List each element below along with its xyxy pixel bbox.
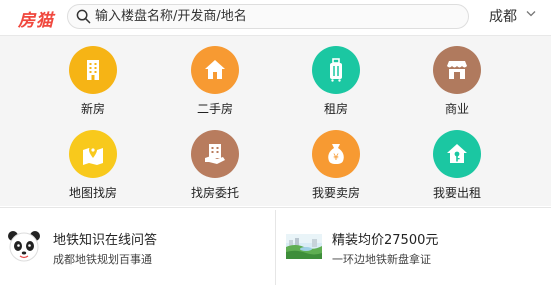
search-bar[interactable]: [67, 4, 469, 29]
category-label: 商业: [444, 102, 469, 116]
category-label: 租房: [323, 102, 348, 116]
app-logo[interactable]: 房猫: [18, 6, 54, 31]
shop-icon: [433, 46, 481, 94]
category-label: 我要出租: [432, 186, 481, 200]
category-label: 我要卖房: [311, 186, 360, 200]
category-commercial[interactable]: 商业: [402, 36, 512, 120]
category-label: 二手房: [196, 102, 233, 116]
chevron-down-icon[interactable]: [526, 10, 536, 18]
category-entrust[interactable]: 找房委托: [160, 120, 270, 204]
category-grid: 新房 二手房 租房 商业 地图找房 找房委托 ¥ 我要卖房 我要出租: [0, 36, 551, 206]
category-sell[interactable]: ¥ 我要卖房: [281, 120, 391, 204]
category-map-search[interactable]: 地图找房: [38, 120, 148, 204]
category-rent-out[interactable]: 我要出租: [402, 120, 512, 204]
category-new-house[interactable]: 新房: [38, 36, 148, 120]
luggage-icon: [312, 46, 360, 94]
category-rent[interactable]: 租房: [281, 36, 391, 120]
house-icon: [191, 46, 239, 94]
card-title: 地铁知识在线问答: [53, 233, 158, 248]
card-subtitle: 成都地铁规划百事通: [53, 253, 152, 266]
category-label: 地图找房: [68, 186, 117, 200]
category-label: 找房委托: [190, 186, 239, 200]
top-bar: 房猫 成都: [0, 0, 551, 36]
search-icon: [76, 9, 91, 24]
promo-card-new-development[interactable]: 精装均价27500元 一环边地铁新盘拿证: [276, 208, 551, 287]
money-bag-icon: ¥: [312, 130, 360, 178]
panda-icon: [8, 231, 40, 262]
landscape-thumbnail-icon: [286, 234, 322, 259]
map-pin-icon: [69, 130, 117, 178]
house-key-icon: [433, 130, 481, 178]
handshake-building-icon: [191, 130, 239, 178]
promo-section: 地铁知识在线问答 成都地铁规划百事通 精装均价27500元 一环边地铁新盘拿证: [0, 207, 551, 287]
building-icon: [69, 46, 117, 94]
svg-text:¥: ¥: [333, 153, 339, 163]
card-title: 精装均价27500元: [332, 233, 439, 248]
category-second-hand[interactable]: 二手房: [160, 36, 270, 120]
promo-card-metro-qa[interactable]: 地铁知识在线问答 成都地铁规划百事通: [0, 208, 275, 287]
city-selector[interactable]: 成都: [489, 6, 517, 26]
category-label: 新房: [80, 102, 105, 116]
card-subtitle: 一环边地铁新盘拿证: [332, 253, 431, 266]
search-input[interactable]: [95, 7, 455, 26]
